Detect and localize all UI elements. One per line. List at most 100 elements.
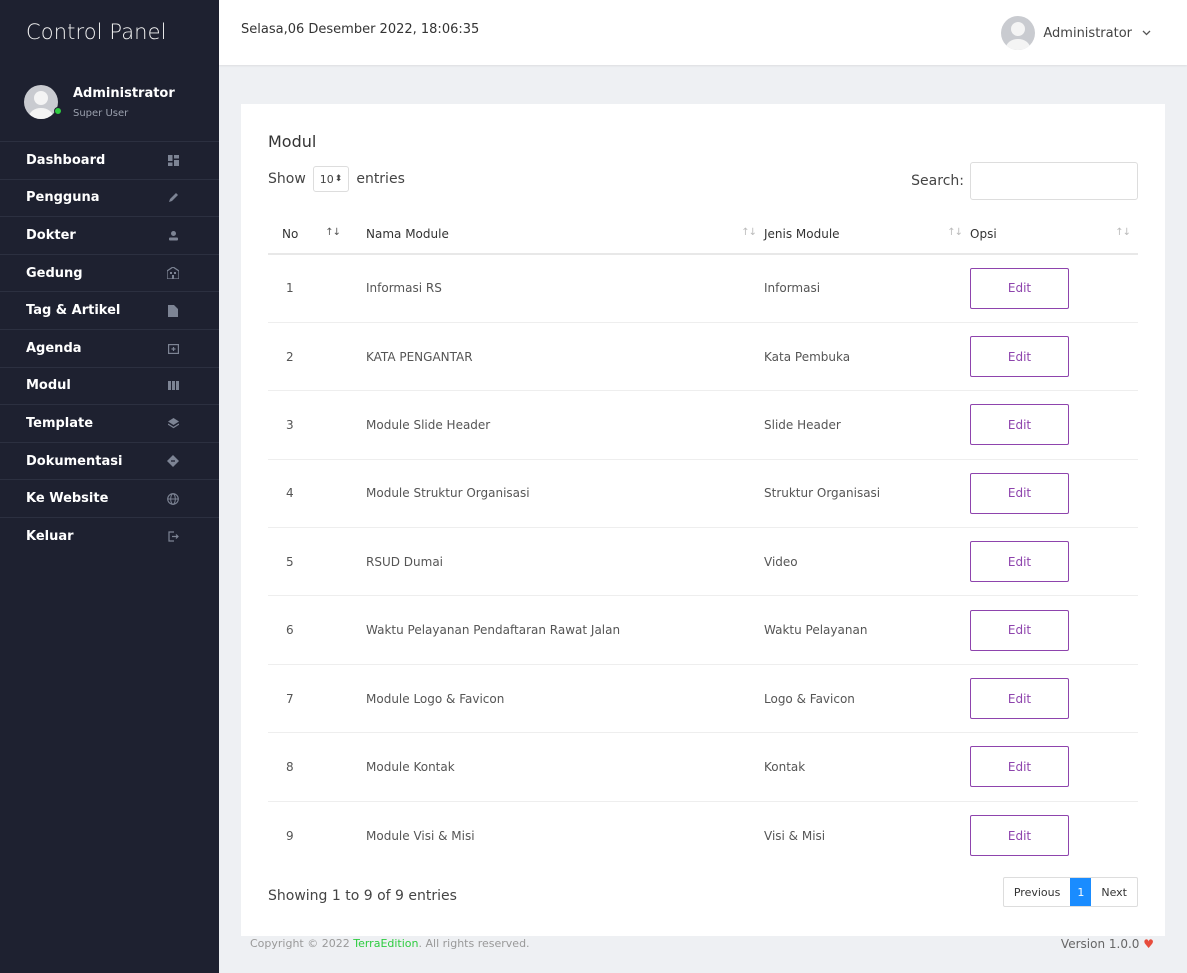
user-menu[interactable]: Administrator — [1001, 16, 1151, 50]
cell-opsi: Edit — [970, 254, 1138, 323]
cell-nama: Waktu Pelayanan Pendaftaran Rawat Jalan — [366, 595, 764, 665]
cell-opsi: Edit — [970, 664, 1138, 734]
layers-icon — [167, 417, 179, 429]
profile-role: Super User — [73, 108, 129, 119]
column-header-nama-module[interactable]: Nama Module ↑↓ — [366, 214, 764, 255]
footer-brand-link[interactable]: TerraEdition — [353, 937, 418, 950]
heart-icon: ♥ — [1143, 937, 1154, 951]
datetime-display: Selasa,06 Desember 2022, 18:06:35 — [241, 22, 480, 37]
table-row: 9 Module Visi & Misi Visi & Misi Edit — [268, 801, 1138, 869]
table-row: 3 Module Slide Header Slide Header Edit — [268, 390, 1138, 460]
pencil-icon — [167, 192, 179, 204]
cell-nama: Module Logo & Favicon — [366, 664, 764, 734]
sidebar-item-keluar[interactable]: Keluar — [0, 518, 219, 556]
sidebar-item-label: Keluar — [26, 529, 74, 545]
sidebar-item-pengguna[interactable]: Pengguna — [0, 180, 219, 218]
table-row: 1 Informasi RS Informasi Edit — [268, 254, 1138, 323]
cell-nama: Module Kontak — [366, 732, 764, 802]
sidebar: Control Panel Administrator Super User D… — [0, 0, 219, 973]
sidebar-item-modul[interactable]: Modul — [0, 368, 219, 406]
edit-button[interactable]: Edit — [970, 678, 1069, 720]
table-row: 4 Module Struktur Organisasi Struktur Or… — [268, 459, 1138, 529]
edit-button[interactable]: Edit — [970, 746, 1069, 788]
modul-card: Modul Show 10 ⬍ entries Search: No ↑↓ Na… — [241, 104, 1165, 936]
cell-no: 9 — [286, 828, 294, 843]
sort-icon: ↑↓ — [947, 227, 963, 238]
brand-title: Control Panel — [26, 20, 167, 44]
edit-button[interactable]: Edit — [970, 815, 1069, 857]
cell-jenis: Kata Pembuka — [764, 322, 970, 392]
page-button-current[interactable]: 1 — [1070, 878, 1092, 906]
sidebar-item-label: Modul — [26, 378, 71, 394]
footer-version: Version 1.0.0 ♥ — [1060, 937, 1154, 951]
entries-select[interactable]: 10 ⬍ — [312, 166, 350, 192]
sidebar-item-dokter[interactable]: Dokter — [0, 217, 219, 255]
modules-table: No ↑↓ Nama Module ↑↓ Jenis Module ↑↓ Ops… — [268, 214, 1138, 870]
sidebar-item-agenda[interactable]: Agenda — [0, 330, 219, 368]
sidebar-item-gedung[interactable]: Gedung — [0, 255, 219, 293]
cell-no: 4 — [268, 459, 366, 529]
search-label: Search: — [911, 173, 964, 189]
column-header-no[interactable]: No ↑↓ — [268, 214, 366, 255]
sidebar-item-template[interactable]: Template — [0, 405, 219, 443]
cell-nama: Module Slide Header — [366, 390, 764, 460]
edit-button[interactable]: Edit — [970, 267, 1069, 309]
sidebar-item-label: Ke Website — [26, 491, 109, 507]
search-input[interactable] — [970, 162, 1138, 200]
entries-length-control: Show 10 ⬍ entries — [268, 166, 405, 192]
previous-button[interactable]: Previous — [1004, 878, 1071, 906]
edit-button[interactable]: Edit — [970, 404, 1069, 446]
sidebar-item-label: Tag & Artikel — [26, 303, 121, 319]
cell-opsi: Edit — [970, 390, 1138, 460]
edit-button[interactable]: Edit — [970, 336, 1069, 378]
sidebar-item-label: Gedung — [26, 265, 83, 281]
cell-no: 7 — [268, 664, 366, 734]
sidebar-item-label: Dokter — [26, 227, 76, 243]
globe-icon — [167, 492, 179, 505]
sort-asc-icon: ↑↓ — [325, 227, 341, 238]
cell-opsi: Edit — [970, 732, 1138, 802]
next-button[interactable]: Next — [1091, 878, 1137, 906]
column-header-jenis-module[interactable]: Jenis Module ↑↓ — [764, 214, 970, 255]
sort-icon: ↑↓ — [1115, 227, 1131, 238]
cell-jenis: Video — [764, 527, 970, 597]
cell-opsi: Edit — [970, 801, 1138, 869]
edit-button[interactable]: Edit — [970, 472, 1069, 514]
online-status-dot — [54, 107, 62, 115]
table-row: 7 Module Logo & Favicon Logo & Favicon E… — [268, 664, 1138, 734]
cell-jenis: Logo & Favicon — [764, 664, 970, 734]
sidebar-item-label: Dashboard — [26, 152, 106, 168]
columns-icon — [167, 380, 179, 392]
file-icon — [167, 304, 179, 317]
profile-name: Administrator — [73, 86, 175, 101]
user-name: Administrator — [1043, 25, 1132, 41]
cell-no: 2 — [268, 322, 366, 392]
cell-jenis: Slide Header — [764, 390, 970, 460]
avatar — [1001, 16, 1036, 50]
column-header-opsi[interactable]: Opsi ↑↓ — [970, 214, 1138, 255]
cell-opsi: Edit — [970, 459, 1138, 529]
sidebar-profile: Administrator Super User — [0, 66, 219, 142]
table-row: 6 Waktu Pelayanan Pendaftaran Rawat Jala… — [268, 595, 1138, 665]
edit-button[interactable]: Edit — [970, 541, 1069, 583]
search-control: Search: — [911, 162, 1138, 200]
cell-nama: Module Struktur Organisasi — [366, 459, 764, 529]
cell-jenis: Struktur Organisasi — [764, 459, 970, 529]
sidebar-item-dokumentasi[interactable]: Dokumentasi — [0, 443, 219, 481]
edit-button[interactable]: Edit — [970, 609, 1069, 651]
logout-icon — [167, 531, 179, 543]
cell-no: 1 — [268, 254, 366, 323]
sidebar-item-label: Agenda — [26, 340, 82, 356]
updown-arrow-icon: ⬍ — [334, 174, 343, 184]
show-label: Show — [268, 171, 306, 187]
sidebar-menu: Dashboard Pengguna Dokter Gedung Tag & A… — [0, 142, 219, 556]
avatar — [24, 85, 58, 119]
cell-no: 3 — [268, 390, 366, 460]
entries-label: entries — [356, 171, 405, 187]
sidebar-item-dashboard[interactable]: Dashboard — [0, 142, 219, 180]
sidebar-item-tag-artikel[interactable]: Tag & Artikel — [0, 292, 219, 330]
sidebar-item-ke-website[interactable]: Ke Website — [0, 480, 219, 518]
sidebar-item-label: Pengguna — [26, 190, 100, 206]
table-row: 2 KATA PENGANTAR Kata Pembuka Edit — [268, 322, 1138, 392]
cell-opsi: Edit — [970, 322, 1138, 392]
